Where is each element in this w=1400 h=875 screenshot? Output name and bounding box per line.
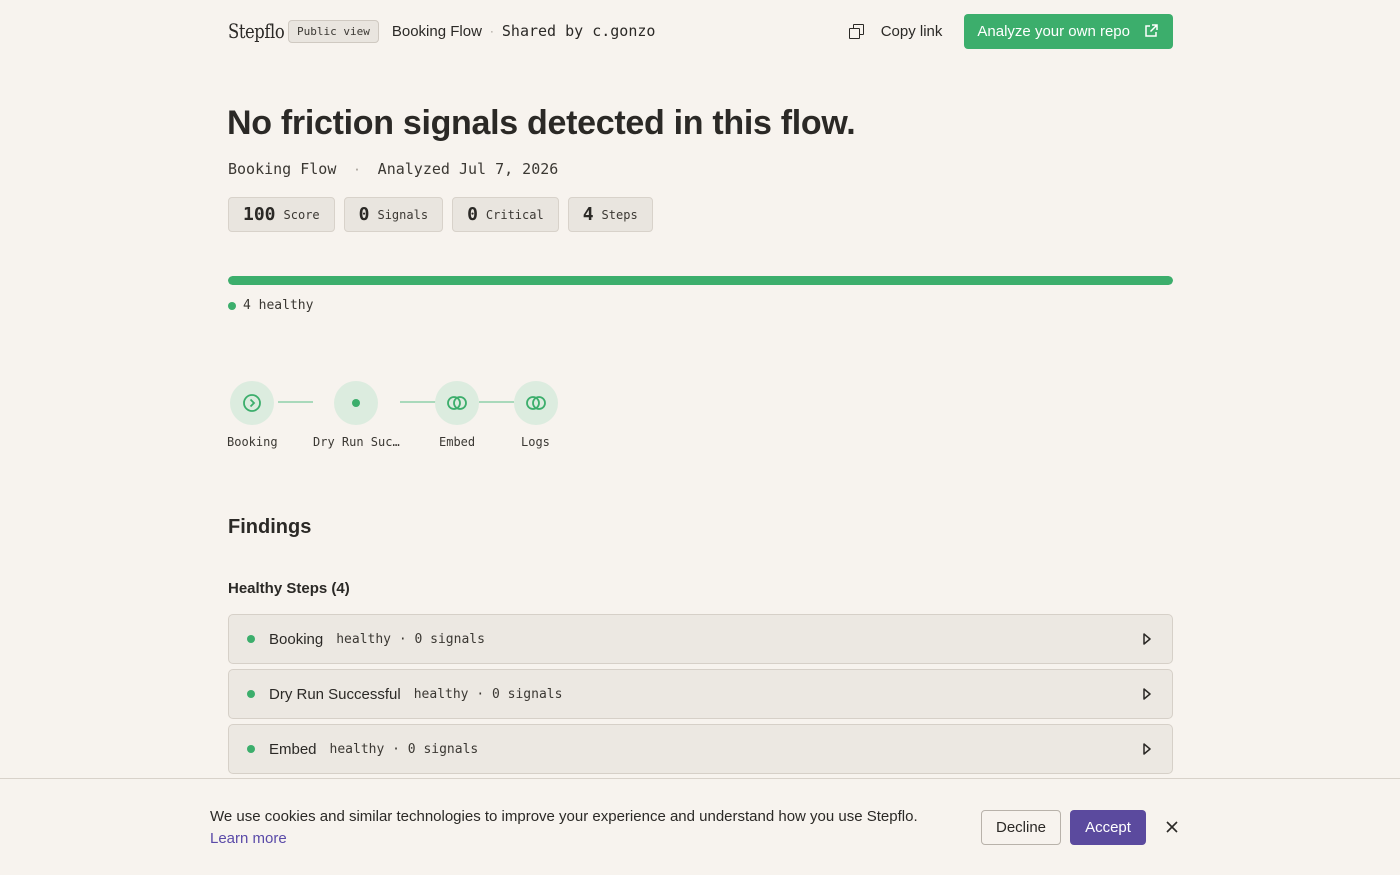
step-label: Logs bbox=[521, 435, 550, 449]
step-label: Dry Run Suc… bbox=[313, 435, 400, 449]
healthy-dot-icon bbox=[247, 635, 255, 643]
track-connector bbox=[278, 401, 313, 403]
health-progress-fill bbox=[228, 276, 1173, 285]
healthy-count: 4 healthy bbox=[243, 298, 314, 313]
stat-label: Signals bbox=[377, 207, 429, 222]
track-connector bbox=[400, 401, 436, 403]
stat-label: Score bbox=[283, 207, 320, 222]
healthy-steps-heading: Healthy Steps (4) bbox=[228, 580, 350, 597]
stat-signals: 0 Signals bbox=[343, 197, 444, 232]
public-view-badge: Public view bbox=[288, 19, 379, 43]
finding-name: Embed bbox=[269, 740, 317, 758]
close-icon[interactable] bbox=[1164, 819, 1180, 835]
separator: · bbox=[353, 163, 361, 177]
stats-row: 100 Score 0 Signals 0 Critical 4 Steps bbox=[228, 197, 653, 232]
stat-score: 100 Score bbox=[228, 197, 335, 232]
analyze-repo-label: Analyze your own repo bbox=[977, 22, 1130, 40]
caret-right-icon bbox=[1143, 688, 1151, 700]
cookie-text: We use cookies and similar technologies … bbox=[210, 808, 918, 825]
rings-icon bbox=[447, 396, 467, 410]
finding-meta: healthy · 0 signals bbox=[336, 631, 485, 647]
decline-button[interactable]: Decline bbox=[981, 810, 1061, 845]
healthy-dot-icon bbox=[228, 301, 236, 310]
learn-more-link[interactable]: Learn more bbox=[210, 830, 287, 847]
health-legend: 4 healthy bbox=[228, 298, 313, 313]
external-link-icon bbox=[1145, 24, 1158, 37]
finding-meta: healthy · 0 signals bbox=[329, 741, 479, 757]
shared-by: Shared by c.gonzo bbox=[501, 22, 656, 40]
step-label: Booking bbox=[227, 435, 278, 449]
finding-name: Dry Run Successful bbox=[269, 685, 401, 703]
rings-icon bbox=[526, 396, 546, 410]
meta-flow-name: Booking Flow bbox=[228, 160, 337, 178]
finding-row-dry-run[interactable]: Dry Run Successful healthy · 0 signals bbox=[228, 669, 1173, 719]
finding-row-embed[interactable]: Embed healthy · 0 signals bbox=[228, 724, 1173, 774]
analyze-repo-button[interactable]: Analyze your own repo bbox=[964, 13, 1173, 49]
caret-right-icon bbox=[1143, 743, 1151, 755]
findings-list: Booking healthy · 0 signals Dry Run Succ… bbox=[228, 614, 1173, 779]
finding-row-booking[interactable]: Booking healthy · 0 signals bbox=[228, 614, 1173, 664]
finding-name: Booking bbox=[269, 630, 324, 648]
step-node-booking[interactable] bbox=[230, 381, 274, 425]
top-bar: Stepflo Public view Booking Flow · Share… bbox=[228, 12, 1173, 50]
page-title: No friction signals detected in this flo… bbox=[227, 104, 856, 142]
analyzed-date: Analyzed Jul 7, 2026 bbox=[377, 160, 559, 178]
health-progress-bar bbox=[228, 276, 1173, 285]
flow-name: Booking Flow bbox=[391, 22, 482, 40]
step-node-logs[interactable] bbox=[514, 381, 558, 425]
track-connector bbox=[479, 401, 514, 403]
flow-meta: Booking Flow · Analyzed Jul 7, 2026 bbox=[228, 160, 558, 178]
stat-steps: 4 Steps bbox=[567, 197, 653, 232]
stat-value: 0 bbox=[358, 204, 370, 225]
caret-right-icon bbox=[1143, 633, 1151, 645]
stat-critical: 0 Critical bbox=[452, 197, 559, 232]
stat-label: Critical bbox=[485, 207, 544, 222]
accept-button[interactable]: Accept bbox=[1070, 810, 1146, 845]
cookie-message: We use cookies and similar technologies … bbox=[210, 806, 918, 850]
copy-icon bbox=[848, 24, 864, 39]
copy-link-button[interactable]: Copy link bbox=[848, 22, 943, 40]
stat-value: 4 bbox=[582, 204, 594, 225]
step-node-dry-run[interactable] bbox=[334, 381, 378, 425]
finding-meta: healthy · 0 signals bbox=[413, 686, 563, 702]
separator: · bbox=[489, 24, 494, 38]
step-node-embed[interactable] bbox=[435, 381, 479, 425]
dot-icon bbox=[352, 399, 360, 407]
logo[interactable]: Stepflo bbox=[228, 19, 285, 43]
copy-link-label: Copy link bbox=[880, 22, 943, 40]
healthy-dot-icon bbox=[247, 745, 255, 753]
cookie-banner: We use cookies and similar technologies … bbox=[0, 778, 1400, 875]
healthy-dot-icon bbox=[247, 690, 255, 698]
stat-value: 100 bbox=[243, 204, 276, 225]
step-label: Embed bbox=[439, 435, 476, 449]
arrow-circle-icon bbox=[243, 394, 261, 412]
stat-value: 0 bbox=[467, 204, 478, 225]
findings-heading: Findings bbox=[228, 516, 312, 538]
stat-label: Steps bbox=[601, 207, 638, 222]
header-actions: Copy link Analyze your own repo bbox=[848, 13, 1173, 49]
